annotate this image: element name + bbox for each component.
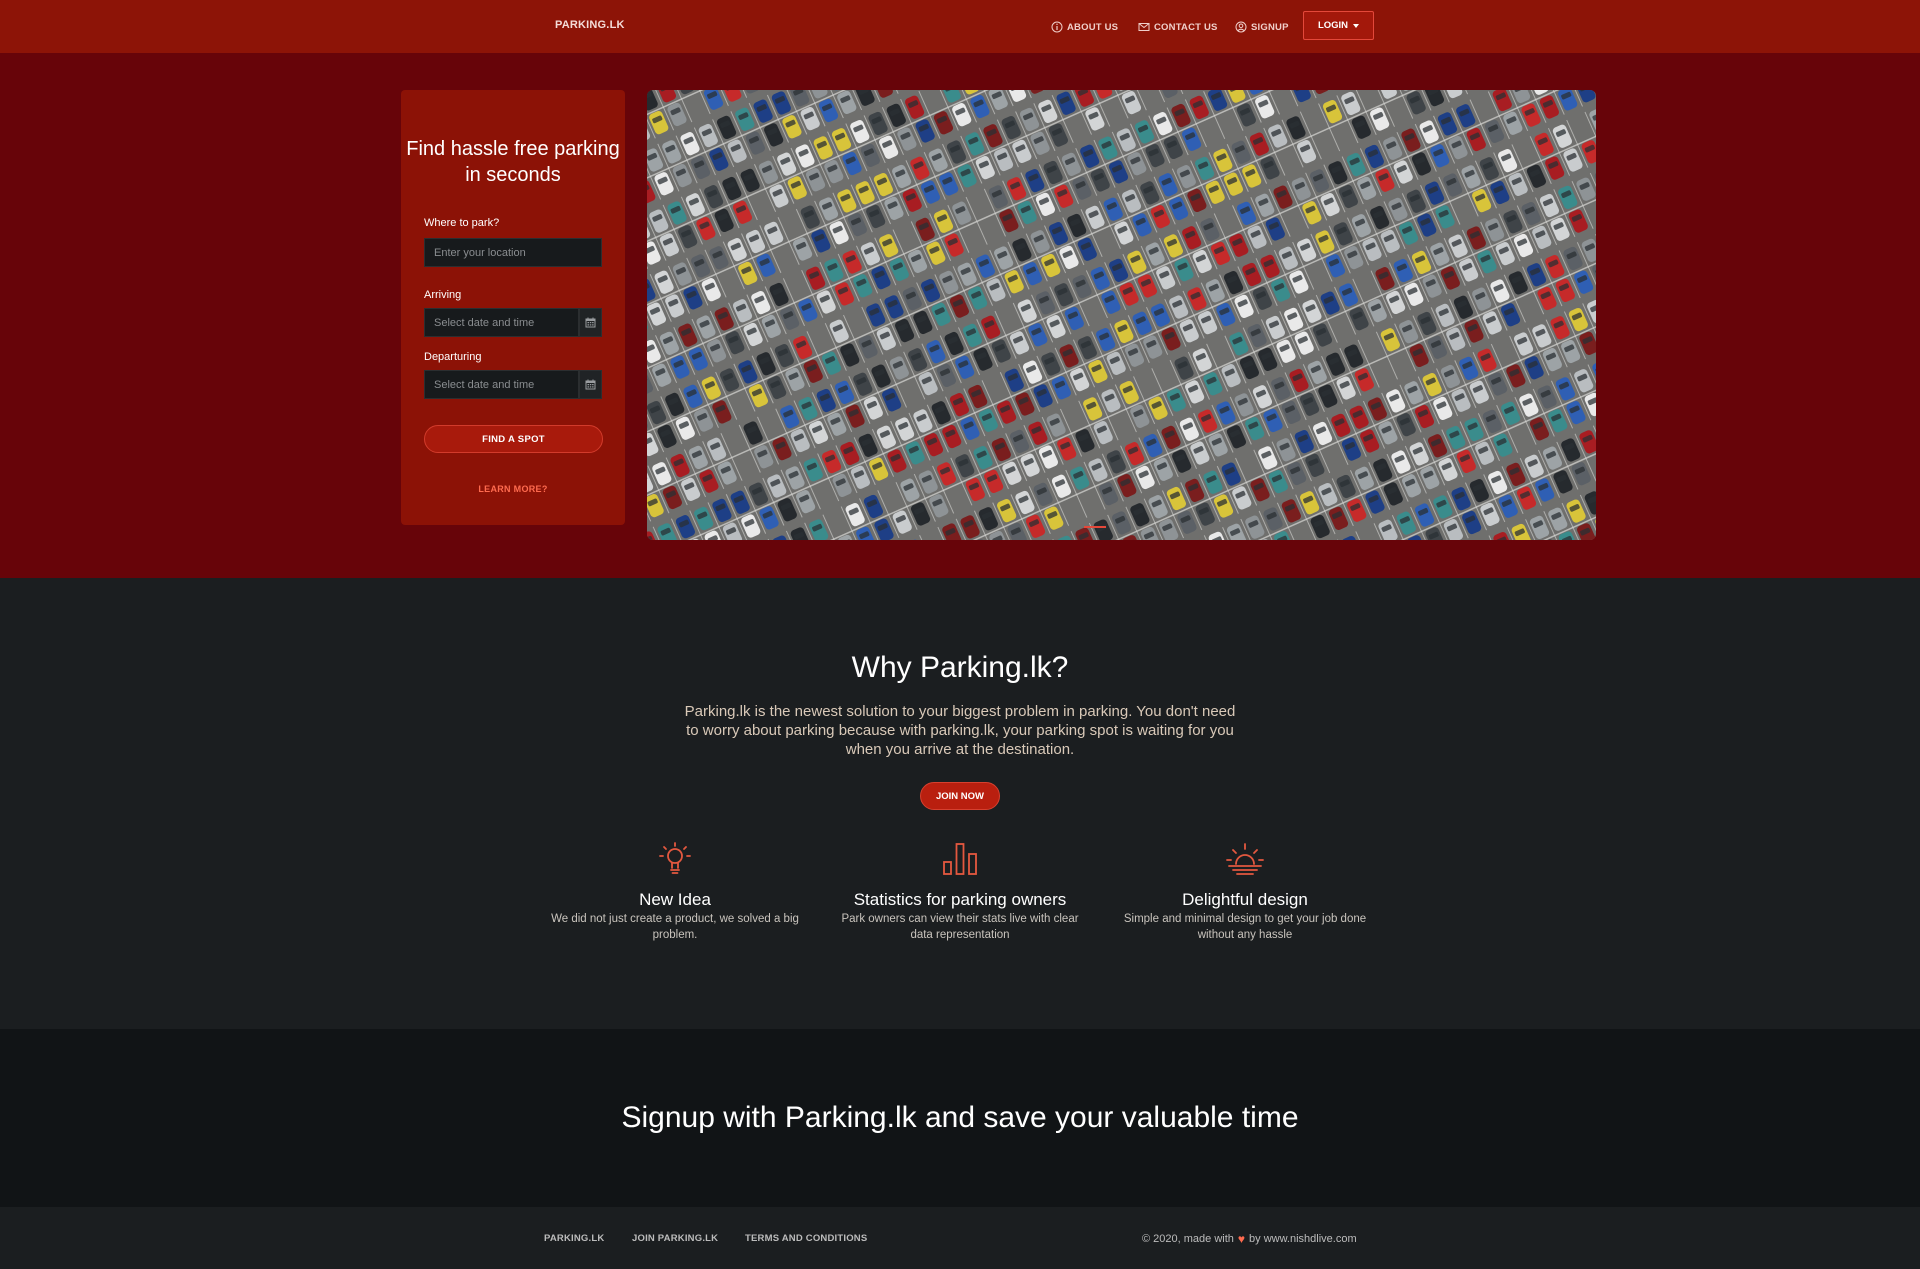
parking-lot-image [647,90,1596,540]
feature-statistics: Statistics for parking owners Park owner… [829,840,1091,943]
join-now-button[interactable]: JOIN NOW [920,782,1000,810]
carousel-indicator[interactable] [1084,526,1106,528]
nav-signup[interactable]: SIGNUP [1235,21,1289,33]
departuring-placeholder: Select date and time [434,378,535,391]
departuring-input[interactable]: Select date and time [424,370,579,399]
info-icon [1051,21,1063,33]
where-label: Where to park? [424,217,500,229]
find-a-spot-button[interactable]: FIND A SPOT [424,425,603,453]
footer-link-parking[interactable]: PARKING.LK [544,1233,604,1244]
footer: PARKING.LK JOIN PARKING.LK TERMS AND CON… [0,1207,1920,1269]
nav-contact-label: CONTACT US [1154,21,1218,33]
caret-down-icon [1353,23,1360,28]
feature-title: Statistics for parking owners [853,890,1067,909]
nav-about-label: ABOUT US [1067,21,1119,33]
navbar: PARKING.LK ABOUT US CONTACT US SIGNUP LO… [0,0,1920,53]
arriving-placeholder: Select date and time [434,316,535,329]
parking-lot-photo [647,90,1596,540]
signup-banner: Signup with Parking.lk and save your val… [0,1029,1920,1207]
why-description: Parking.lk is the newest solution to you… [684,703,1236,758]
calendar-icon [585,317,596,328]
nav-signup-label: SIGNUP [1251,21,1289,33]
heart-icon: ♥ [1237,1232,1246,1246]
login-label: LOGIN [1317,20,1349,31]
departuring-label: Departuring [424,351,482,363]
why-title: Why Parking.lk? [851,651,1069,684]
calendar-icon [585,379,596,390]
feature-new-idea: New Idea We did not just create a produc… [547,840,803,943]
footer-link-terms[interactable]: TERMS AND CONDITIONS [745,1233,867,1244]
feature-design: Delightful design Simple and minimal des… [1120,840,1370,943]
location-placeholder: Enter your location [434,246,526,259]
copyright-prefix: © 2020, made with [1142,1233,1234,1245]
feature-title: Delightful design [1182,890,1308,909]
nav-about-us[interactable]: ABOUT US [1051,21,1118,33]
feature-title: New Idea [639,890,711,909]
search-title: Find hassle free parking in seconds [406,138,620,186]
envelope-icon [1138,23,1150,31]
location-input[interactable]: Enter your location [424,238,602,267]
hero-section: Find hassle free parking in seconds Wher… [0,53,1920,578]
learn-more-link[interactable]: LEARN MORE? [401,484,625,494]
bar-chart-icon [943,843,977,875]
sunrise-icon [1226,843,1264,875]
lightbulb-icon [659,842,691,874]
user-icon [1235,21,1247,33]
feature-description: Simple and minimal design to get your jo… [1123,913,1367,941]
why-section: Why Parking.lk? Parking.lk is the newest… [0,578,1920,1029]
copyright: © 2020, made with ♥ by www.nishdlive.com [1142,1232,1357,1246]
brand-logo[interactable]: PARKING.LK [555,19,625,31]
signup-banner-text: Signup with Parking.lk and save your val… [621,1101,1299,1134]
arriving-input[interactable]: Select date and time [424,308,579,337]
copyright-suffix: by www.nishdlive.com [1249,1233,1357,1245]
feature-description: We did not just create a product, we sol… [551,913,799,941]
departuring-calendar-button[interactable] [579,370,602,399]
arriving-label: Arriving [424,289,462,301]
arriving-calendar-button[interactable] [579,308,602,337]
nav-contact-us[interactable]: CONTACT US [1138,21,1218,33]
footer-link-join[interactable]: JOIN PARKING.LK [632,1233,718,1244]
feature-description: Park owners can view their stats live wi… [841,913,1079,941]
search-card: Find hassle free parking in seconds Wher… [401,90,625,525]
login-dropdown-button[interactable]: LOGIN [1303,11,1374,40]
